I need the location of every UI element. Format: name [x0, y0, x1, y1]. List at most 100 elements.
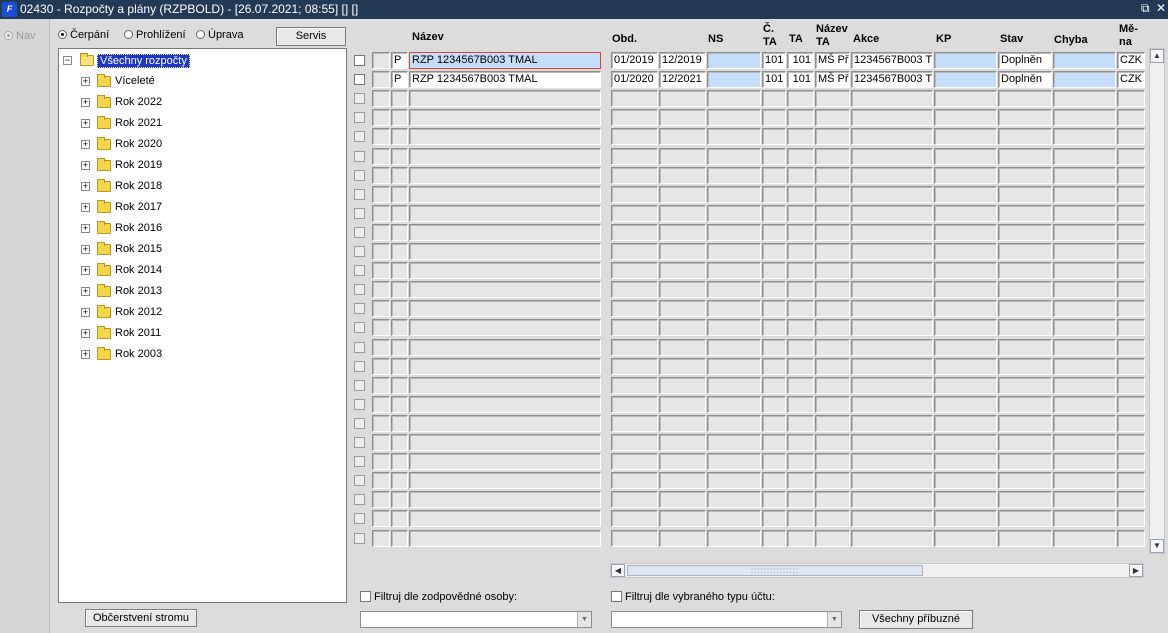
tree-item[interactable]: + Rok 2020	[81, 137, 231, 154]
cell-stav[interactable]	[998, 319, 1052, 337]
cell-p[interactable]	[391, 434, 408, 451]
cell-p[interactable]	[391, 395, 408, 413]
tree-item[interactable]: + Rok 2019	[81, 158, 231, 175]
cell-ta[interactable]	[787, 204, 814, 222]
cell-ta[interactable]	[787, 338, 814, 356]
expand-icon[interactable]: +	[81, 77, 90, 86]
cell-do[interactable]	[659, 395, 706, 413]
row-checkbox[interactable]	[354, 475, 365, 487]
cell-od[interactable]	[611, 319, 658, 337]
cell-nazev-ta[interactable]	[815, 128, 850, 146]
cell-do[interactable]	[659, 281, 706, 299]
cell-akce[interactable]	[851, 376, 933, 394]
cell-mena[interactable]	[1117, 109, 1145, 127]
cell-nazev[interactable]	[409, 338, 601, 356]
tree-item[interactable]: + Rok 2003	[81, 347, 231, 364]
cell-p[interactable]	[391, 491, 408, 509]
cell-sel[interactable]	[372, 338, 390, 356]
restore-icon[interactable]: ⧉	[1141, 1, 1150, 16]
cell-ta[interactable]: 101	[787, 71, 814, 89]
cell-ns[interactable]	[707, 281, 761, 299]
cell-akce[interactable]	[851, 90, 933, 108]
cell-mena[interactable]	[1117, 185, 1145, 203]
row-checkbox[interactable]	[354, 398, 365, 410]
cell-p[interactable]	[391, 300, 408, 318]
servis-button[interactable]: Servis	[276, 27, 346, 46]
cell-akce[interactable]	[851, 109, 933, 127]
cell-nazev[interactable]	[409, 243, 601, 260]
tree-item[interactable]: + Rok 2011	[81, 326, 231, 343]
cell-nazev-ta[interactable]	[815, 109, 850, 127]
cell-kp[interactable]	[934, 376, 997, 394]
cell-stav[interactable]	[998, 262, 1052, 280]
cell-stav[interactable]	[998, 204, 1052, 222]
cell-sel[interactable]	[372, 491, 390, 509]
cell-stav[interactable]	[998, 109, 1052, 127]
cell-nazev[interactable]	[409, 281, 601, 299]
cell-od[interactable]	[611, 262, 658, 280]
cell-nazev-ta[interactable]	[815, 166, 850, 184]
cell-stav[interactable]	[998, 510, 1052, 528]
cell-chyba[interactable]	[1053, 453, 1116, 471]
cell-akce[interactable]: 1234567B003 TI	[851, 52, 933, 69]
cell-kp[interactable]	[934, 185, 997, 203]
cell-cta[interactable]	[762, 434, 786, 451]
cell-mena[interactable]	[1117, 281, 1145, 299]
cell-akce[interactable]	[851, 472, 933, 490]
cell-ta[interactable]	[787, 472, 814, 490]
cell-nazev-ta[interactable]: MŠ Při	[815, 71, 850, 89]
tree-item[interactable]: + Rok 2013	[81, 284, 231, 301]
cell-od[interactable]	[611, 128, 658, 146]
cell-do[interactable]	[659, 510, 706, 528]
cell-stav[interactable]	[998, 338, 1052, 356]
cell-chyba[interactable]	[1053, 510, 1116, 528]
row-checkbox[interactable]	[354, 417, 365, 429]
cell-do[interactable]	[659, 414, 706, 432]
cell-od[interactable]	[611, 243, 658, 260]
cell-kp[interactable]	[934, 243, 997, 260]
tree-item[interactable]: + Rok 2014	[81, 263, 231, 280]
horizontal-scroll-thumb[interactable]: :::::::::::::::	[627, 565, 923, 576]
cell-od[interactable]	[611, 414, 658, 432]
cell-ta[interactable]	[787, 529, 814, 547]
cell-ta[interactable]: 101	[787, 52, 814, 69]
cell-chyba[interactable]	[1053, 376, 1116, 394]
cell-kp[interactable]	[934, 319, 997, 337]
cell-nazev-ta[interactable]	[815, 338, 850, 356]
cell-mena[interactable]	[1117, 414, 1145, 432]
cell-mena[interactable]	[1117, 395, 1145, 413]
cell-ta[interactable]	[787, 243, 814, 260]
cell-od[interactable]	[611, 109, 658, 127]
cell-stav[interactable]	[998, 491, 1052, 509]
row-checkbox[interactable]	[354, 131, 365, 143]
cell-kp[interactable]	[934, 453, 997, 471]
cell-do[interactable]: 12/2021	[659, 71, 706, 89]
cell-nazev-ta[interactable]	[815, 510, 850, 528]
cell-cta[interactable]	[762, 262, 786, 280]
cell-nazev-ta[interactable]	[815, 243, 850, 260]
cell-p[interactable]	[391, 166, 408, 184]
cell-od[interactable]	[611, 472, 658, 490]
cell-stav[interactable]	[998, 434, 1052, 451]
expand-icon[interactable]: +	[81, 182, 90, 191]
row-checkbox[interactable]	[354, 246, 365, 257]
cell-nazev-ta[interactable]	[815, 491, 850, 509]
cell-cta[interactable]	[762, 109, 786, 127]
cell-cta[interactable]	[762, 243, 786, 260]
cell-cta[interactable]	[762, 395, 786, 413]
cell-sel[interactable]	[372, 376, 390, 394]
cell-ns[interactable]	[707, 52, 761, 69]
cell-nazev[interactable]	[409, 185, 601, 203]
cell-chyba[interactable]	[1053, 52, 1116, 69]
cell-od[interactable]	[611, 223, 658, 241]
cell-sel[interactable]	[372, 319, 390, 337]
expand-icon[interactable]: +	[81, 224, 90, 233]
cell-mena[interactable]	[1117, 453, 1145, 471]
cell-p[interactable]	[391, 204, 408, 222]
cell-od[interactable]	[611, 281, 658, 299]
cell-sel[interactable]	[372, 434, 390, 451]
cell-do[interactable]	[659, 128, 706, 146]
cell-ns[interactable]	[707, 414, 761, 432]
cell-chyba[interactable]	[1053, 300, 1116, 318]
cell-cta[interactable]	[762, 90, 786, 108]
